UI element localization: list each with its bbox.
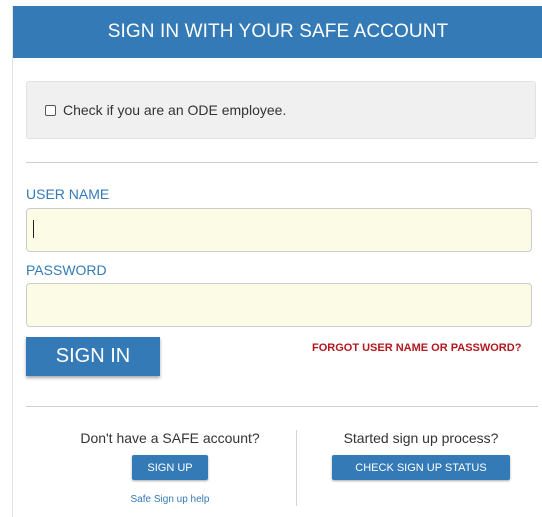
username-label: USER NAME bbox=[26, 186, 110, 202]
text-caret bbox=[33, 220, 34, 238]
divider bbox=[26, 406, 538, 407]
password-input[interactable] bbox=[26, 283, 532, 327]
check-status-button[interactable]: CHECK SIGN UP STATUS bbox=[332, 455, 510, 480]
signup-prompt: Don't have a SAFE account? bbox=[80, 430, 260, 446]
vertical-divider bbox=[296, 430, 297, 506]
sign-up-button[interactable]: SIGN UP bbox=[132, 455, 208, 480]
employee-checkbox[interactable] bbox=[45, 104, 56, 116]
status-prompt: Started sign up process? bbox=[343, 430, 499, 446]
sign-in-panel: SIGN IN WITH YOUR SAFE ACCOUNT Check if … bbox=[12, 6, 542, 517]
status-section: Started sign up process? CHECK SIGN UP S… bbox=[309, 430, 533, 480]
signup-section: Don't have a SAFE account? SIGN UP Safe … bbox=[53, 430, 287, 507]
forgot-credentials-link[interactable]: FORGOT USER NAME OR PASSWORD? bbox=[312, 342, 521, 354]
panel-header: SIGN IN WITH YOUR SAFE ACCOUNT bbox=[13, 6, 542, 58]
username-input[interactable] bbox=[26, 208, 532, 252]
panel-title: SIGN IN WITH YOUR SAFE ACCOUNT bbox=[107, 21, 449, 42]
employee-checkbox-label[interactable]: Check if you are an ODE employee. bbox=[63, 102, 286, 118]
sign-in-button[interactable]: SIGN IN bbox=[26, 337, 160, 376]
employee-checkbox-box: Check if you are an ODE employee. bbox=[26, 81, 536, 139]
divider bbox=[26, 162, 538, 163]
signup-help-link[interactable]: Safe Sign up help bbox=[131, 494, 210, 505]
password-label: PASSWORD bbox=[26, 262, 107, 278]
